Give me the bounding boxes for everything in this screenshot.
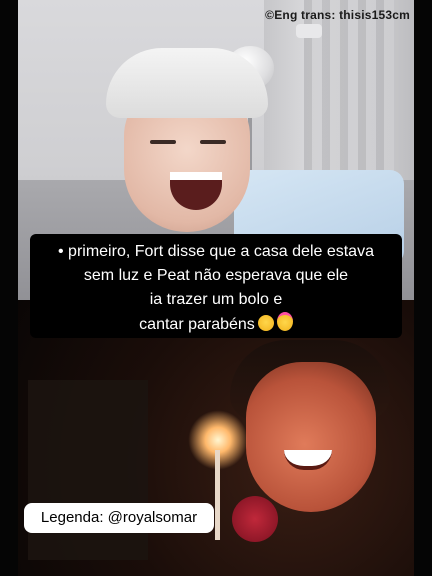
eye-left (150, 140, 176, 144)
ceiling-light (296, 24, 322, 38)
caption-line-4: cantar parabéns (139, 316, 255, 333)
caption-line-2: sem luz e Peat não esperava que ele (83, 267, 349, 284)
caption-line-1: • primeiro, Fort disse que a casa dele e… (58, 243, 374, 260)
beanie (106, 48, 268, 118)
translation-credit: ©Eng trans: thisis153cm (265, 8, 410, 22)
caption-line-3: ia trazer um bolo e (149, 291, 283, 308)
candle (215, 450, 220, 540)
rose (232, 496, 278, 542)
subtitle-caption: • primeiro, Fort disse que a casa dele e… (30, 234, 402, 338)
partying-face-emoji-icon (276, 312, 293, 331)
caption-line-4-row: cantar parabéns (30, 312, 402, 337)
dark-cabinet (28, 380, 148, 560)
mouth (170, 172, 222, 210)
smiling-person (246, 362, 376, 512)
eye-right (200, 140, 226, 144)
laughing-person (106, 48, 372, 300)
video-frame: ©Eng trans: thisis153cm • primeiro, Fort… (0, 0, 432, 576)
pleading-face-emoji-icon (257, 315, 274, 331)
bottom-video-panel (18, 300, 414, 576)
legenda-label: Legenda: @royalsomar (24, 503, 214, 533)
